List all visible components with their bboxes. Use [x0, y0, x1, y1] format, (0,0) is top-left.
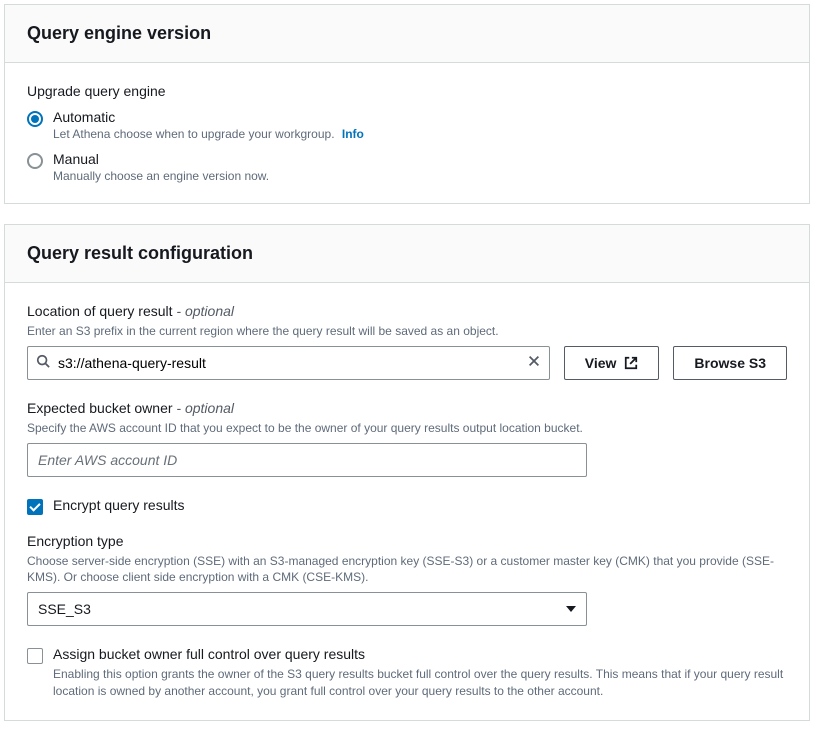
radio-automatic-indicator — [27, 111, 43, 127]
encrypt-field: Encrypt query results — [27, 497, 787, 515]
radio-manual[interactable]: Manual Manually choose an engine version… — [27, 151, 787, 183]
location-desc: Enter an S3 prefix in the current region… — [27, 323, 787, 340]
assign-owner-desc: Enabling this option grants the owner of… — [53, 666, 787, 700]
chevron-down-icon — [566, 606, 576, 612]
bucket-owner-desc: Specify the AWS account ID that you expe… — [27, 420, 787, 437]
radio-manual-desc: Manually choose an engine version now. — [53, 169, 269, 183]
encrypt-checkbox — [27, 499, 43, 515]
encrypt-label: Encrypt query results — [53, 497, 185, 513]
bucket-owner-field: Expected bucket owner - optional Specify… — [27, 400, 787, 477]
panel-header: Query result configuration — [5, 225, 809, 283]
location-input[interactable] — [50, 347, 527, 379]
encryption-type-field: Encryption type Choose server-side encry… — [27, 533, 787, 627]
location-row: View Browse S3 — [27, 346, 787, 380]
encryption-type-selected: SSE_S3 — [38, 601, 91, 617]
query-engine-title: Query engine version — [27, 23, 787, 44]
radio-automatic-title: Automatic — [53, 109, 364, 125]
clear-icon[interactable] — [527, 354, 541, 371]
query-engine-panel: Query engine version Upgrade query engin… — [4, 4, 810, 204]
bucket-owner-label: Expected bucket owner - optional — [27, 400, 787, 416]
location-input-wrap[interactable] — [27, 346, 550, 380]
location-field: Location of query result - optional Ente… — [27, 303, 787, 380]
radio-automatic-desc: Let Athena choose when to upgrade your w… — [53, 127, 364, 141]
browse-s3-button[interactable]: Browse S3 — [673, 346, 787, 380]
view-button[interactable]: View — [564, 346, 660, 380]
radio-manual-text: Manual Manually choose an engine version… — [53, 151, 269, 183]
upgrade-engine-label: Upgrade query engine — [27, 83, 787, 99]
search-icon — [36, 354, 50, 371]
assign-owner-label: Assign bucket owner full control over qu… — [53, 646, 365, 662]
bucket-owner-input[interactable] — [27, 443, 587, 477]
assign-owner-checkbox-row[interactable]: Assign bucket owner full control over qu… — [27, 646, 787, 664]
radio-manual-indicator — [27, 153, 43, 169]
external-link-icon — [624, 356, 638, 370]
info-link[interactable]: Info — [342, 127, 364, 141]
encrypt-checkbox-row[interactable]: Encrypt query results — [27, 497, 787, 515]
encryption-type-label: Encryption type — [27, 533, 787, 549]
assign-owner-field: Assign bucket owner full control over qu… — [27, 646, 787, 700]
radio-manual-title: Manual — [53, 151, 269, 167]
result-config-title: Query result configuration — [27, 243, 787, 264]
location-label: Location of query result - optional — [27, 303, 787, 319]
radio-automatic-text: Automatic Let Athena choose when to upgr… — [53, 109, 364, 141]
encryption-type-desc: Choose server-side encryption (SSE) with… — [27, 553, 787, 587]
assign-owner-checkbox — [27, 648, 43, 664]
panel-header: Query engine version — [5, 5, 809, 63]
query-result-config-panel: Query result configuration Location of q… — [4, 224, 810, 721]
panel-body: Location of query result - optional Ente… — [5, 283, 809, 720]
encryption-type-select[interactable]: SSE_S3 — [27, 592, 587, 626]
panel-body: Upgrade query engine Automatic Let Athen… — [5, 63, 809, 203]
radio-automatic[interactable]: Automatic Let Athena choose when to upgr… — [27, 109, 787, 141]
